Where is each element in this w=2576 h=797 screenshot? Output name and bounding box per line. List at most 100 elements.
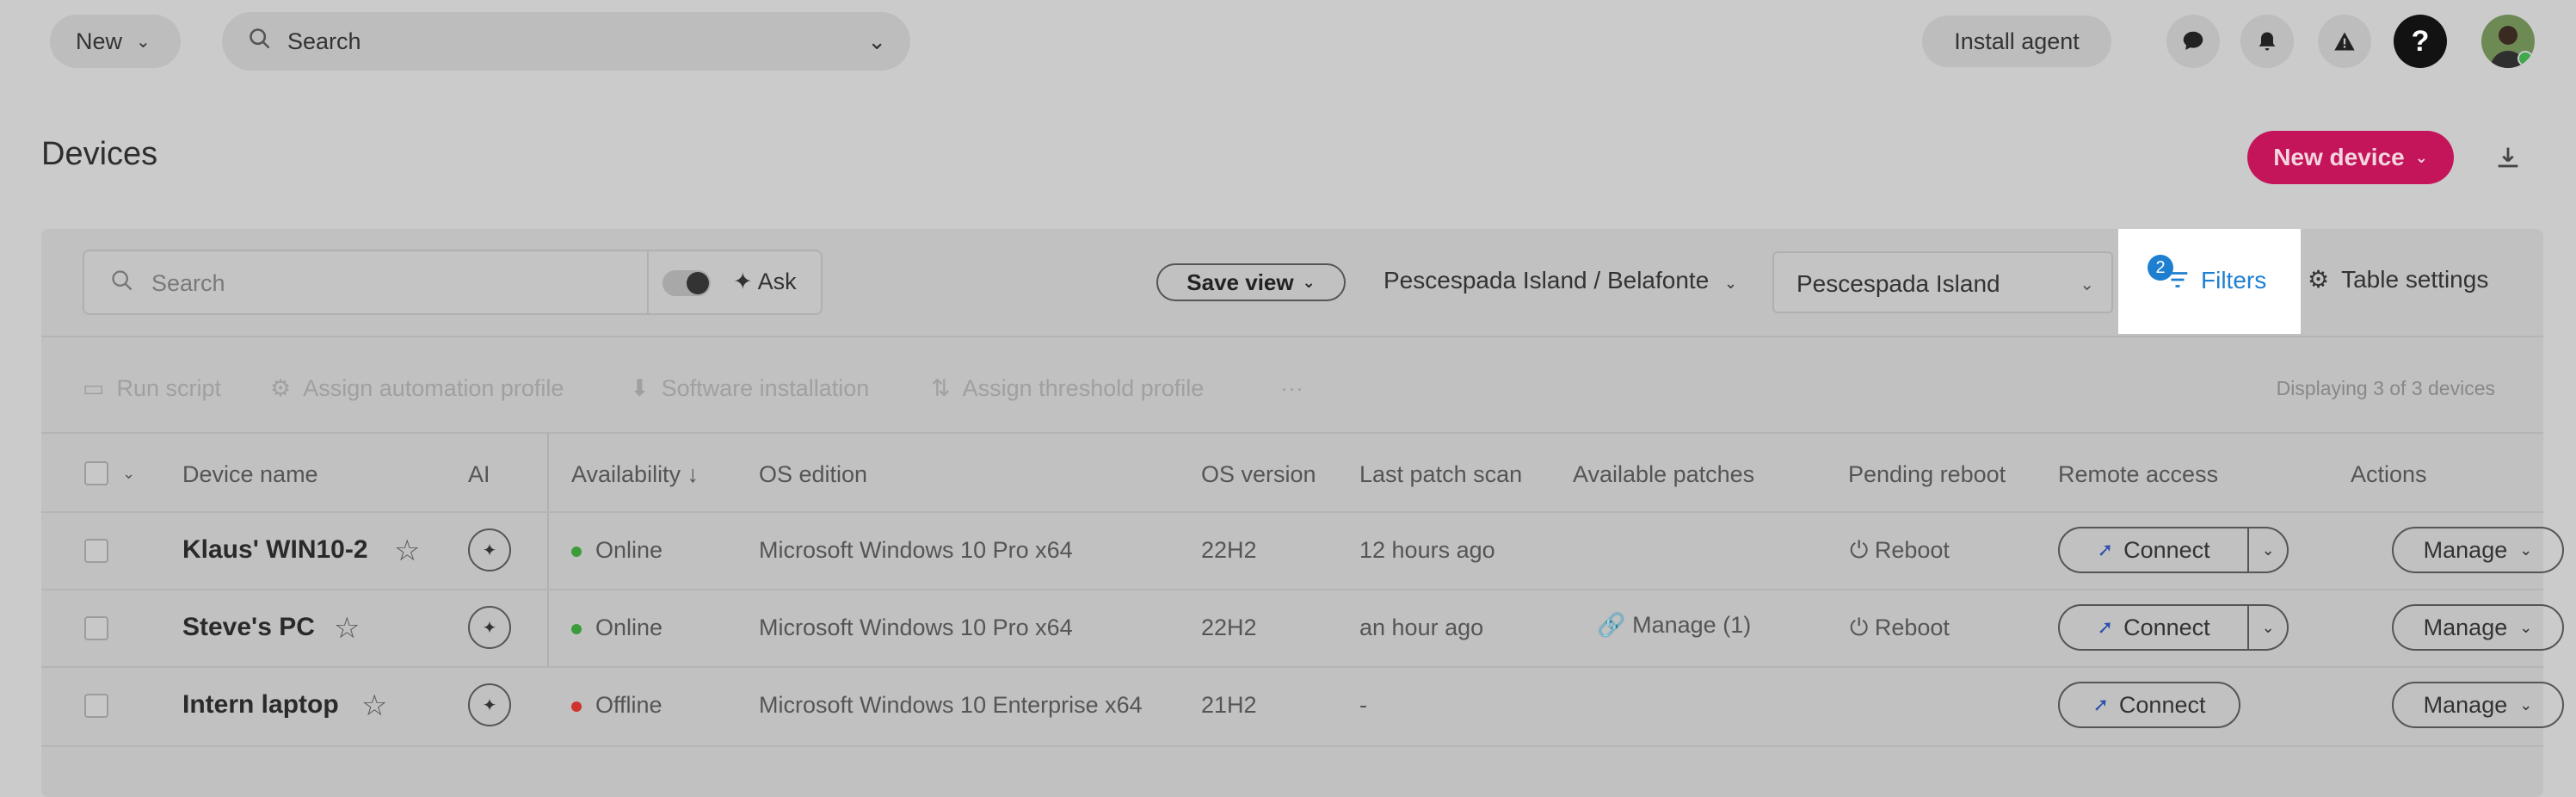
location-select[interactable]: Pescespada Island ⌄ (1772, 251, 2113, 313)
warning-icon[interactable] (2318, 15, 2371, 68)
reboot-button[interactable]: ⏻ Reboot (1850, 537, 1950, 565)
availability-cell: Online (571, 615, 662, 641)
location-select-value: Pescespada Island (1796, 270, 2000, 297)
run-script-button[interactable]: ▭ Run script (83, 375, 221, 402)
toggle-knob (687, 272, 709, 294)
power-icon: ⏻ (1850, 615, 1875, 640)
more-actions-button[interactable]: ··· (1280, 375, 1303, 402)
chevron-down-icon[interactable]: ⌄ (2249, 619, 2287, 637)
reboot-button[interactable]: ⏻ Reboot (1850, 615, 1950, 642)
device-name-link[interactable]: Klaus' WIN10-2 (182, 535, 368, 565)
header-os-edition[interactable]: OS edition (759, 461, 867, 488)
header-availability[interactable]: Availability ↓ (571, 461, 699, 488)
header-available-patches[interactable]: Available patches (1573, 461, 1754, 488)
star-icon[interactable]: ☆ (394, 534, 420, 568)
last-patch-scan-cell: an hour ago (1359, 615, 1484, 640)
chevron-down-icon: ⌄ (1724, 275, 1738, 292)
chevron-down-icon: ⌄ (2414, 148, 2428, 166)
availability-status: Online (595, 615, 663, 640)
install-icon: ⬇ (630, 375, 650, 401)
global-search-placeholder: Search (287, 28, 361, 54)
help-button[interactable]: ? (2394, 15, 2447, 68)
connect-label: Connect (2123, 536, 2210, 563)
manage-button[interactable]: Manage ⌄ (2392, 604, 2564, 651)
offline-status-dot (571, 701, 582, 712)
availability-cell: Online (571, 537, 662, 564)
search-icon (248, 27, 272, 57)
ask-button[interactable]: ✦ Ask (733, 269, 797, 295)
connect-label: Connect (2118, 691, 2206, 718)
chevron-down-icon[interactable]: ⌄ (2249, 541, 2287, 559)
row-checkbox[interactable] (84, 539, 108, 563)
filters-label: Filters (2201, 267, 2267, 293)
row-checkbox[interactable] (84, 616, 108, 640)
chevron-down-icon: ⌄ (2519, 541, 2533, 559)
download-icon[interactable] (2493, 143, 2523, 179)
device-name-link[interactable]: Steve's PC (182, 613, 315, 642)
header-pending-reboot[interactable]: Pending reboot (1848, 461, 2006, 488)
chevron-down-icon: ⌄ (2080, 275, 2094, 294)
install-agent-label: Install agent (1954, 28, 2080, 54)
assign-automation-button[interactable]: ⚙ Assign automation profile (270, 375, 564, 402)
bell-icon[interactable] (2240, 15, 2294, 68)
device-name-link[interactable]: Intern laptop (182, 690, 339, 720)
table-search[interactable]: Search ✦ Ask (83, 250, 823, 315)
connect-button[interactable]: ➚ Connect ⌄ (2058, 527, 2289, 573)
gear-icon: ⚙ (2308, 266, 2330, 293)
save-view-button[interactable]: Save view ⌄ (1156, 263, 1346, 301)
global-search[interactable]: Search ⌄ (222, 12, 910, 71)
software-installation-button[interactable]: ⬇ Software installation (630, 375, 869, 402)
manage-button[interactable]: Manage ⌄ (2392, 682, 2564, 728)
run-script-label: Run script (116, 375, 222, 401)
user-avatar[interactable] (2481, 15, 2535, 68)
select-menu-chevron-icon[interactable]: ⌄ (122, 465, 135, 483)
script-icon: ▭ (83, 375, 105, 401)
filters-button[interactable]: 2 Filters (2118, 229, 2301, 334)
manage-label: Manage (2423, 536, 2508, 563)
ai-sparkle-button[interactable]: ✦ (468, 606, 511, 649)
table-row[interactable]: Intern laptop ☆ ✦ Offline Microsoft Wind… (41, 666, 2564, 747)
page-title: Devices (41, 136, 158, 172)
new-device-button[interactable]: New device ⌄ (2247, 131, 2454, 184)
table-row[interactable]: Steve's PC ☆ ✦ Online Microsoft Windows … (41, 589, 2564, 668)
manage-label: Manage (2423, 614, 2508, 640)
connect-button[interactable]: ➚ Connect (2058, 682, 2240, 728)
ai-ask-toggle[interactable] (662, 270, 711, 296)
table-toolbar: Search ✦ Ask Save view ⌄ Pescespada Isla… (41, 229, 2543, 336)
manage-button[interactable]: Manage ⌄ (2392, 527, 2564, 573)
select-all-checkbox[interactable] (84, 461, 108, 485)
chevron-down-icon[interactable]: ⌄ (867, 28, 886, 55)
power-icon: ⏻ (1850, 537, 1875, 563)
connect-button[interactable]: ➚ Connect ⌄ (2058, 604, 2289, 651)
assign-threshold-button[interactable]: ⇅ Assign threshold profile (931, 375, 1204, 402)
chevron-down-icon: ⌄ (136, 32, 151, 52)
ai-sparkle-button[interactable]: ✦ (468, 528, 511, 571)
chevron-down-icon: ⌄ (2519, 618, 2533, 636)
star-icon[interactable]: ☆ (334, 611, 360, 646)
top-bar: New ⌄ Search ⌄ Install agent ? (0, 0, 2576, 83)
chat-icon[interactable] (2166, 15, 2220, 68)
os-version-cell: 22H2 (1201, 537, 1257, 563)
new-menu-button[interactable]: New ⌄ (50, 15, 181, 68)
os-edition-cell: Microsoft Windows 10 Pro x64 (759, 537, 1073, 563)
table-settings-button[interactable]: ⚙ Table settings (2308, 265, 2488, 293)
manage-patches-link[interactable]: 🔗 Manage (1) (1597, 611, 1751, 639)
install-agent-button[interactable]: Install agent (1922, 15, 2111, 67)
row-checkbox[interactable] (84, 694, 108, 718)
location-breadcrumb-select[interactable]: Pescespada Island / Belafonte ⌄ (1384, 267, 1737, 294)
table-row[interactable]: Klaus' WIN10-2 ☆ ✦ Online Microsoft Wind… (41, 511, 2564, 590)
reboot-label: Reboot (1874, 615, 1950, 640)
location-breadcrumb-label: Pescespada Island / Belafonte (1384, 267, 1710, 293)
header-actions: Actions (2351, 461, 2427, 487)
header-device-name[interactable]: Device name (182, 461, 318, 488)
last-patch-scan-cell: - (1359, 692, 1367, 718)
header-last-patch-scan[interactable]: Last patch scan (1359, 461, 1522, 488)
manage-label: Manage (2423, 691, 2508, 718)
ai-sparkle-button[interactable]: ✦ (468, 683, 511, 726)
header-os-version[interactable]: OS version (1201, 461, 1316, 488)
filter-icon (2165, 267, 2191, 300)
table-header: ⌄ Device name AI Availability ↓ OS editi… (41, 432, 2543, 513)
search-divider (647, 251, 649, 313)
star-icon[interactable]: ☆ (361, 689, 387, 723)
help-icon: ? (2411, 24, 2430, 58)
